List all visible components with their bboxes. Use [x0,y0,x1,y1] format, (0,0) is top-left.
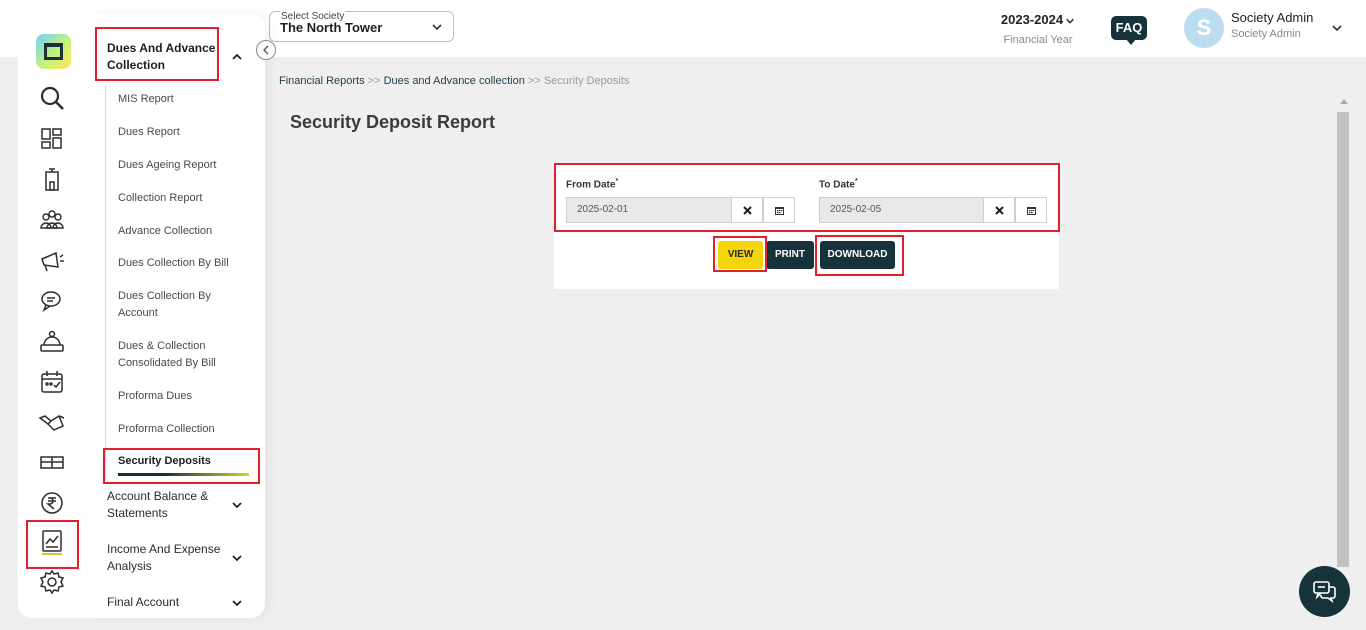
financial-year-selector[interactable]: 2023-2024 Financial Year [990,12,1086,46]
avatar[interactable]: S [1184,8,1224,48]
financial-year-value: 2023-2024 [1000,12,1064,27]
chat-icon[interactable] [38,287,66,315]
clear-from-date-button[interactable] [731,197,763,223]
members-icon[interactable] [38,206,66,234]
sidebar-item-dues-report[interactable]: Dues Report [118,124,180,141]
scrollbar[interactable] [1337,112,1349,567]
clear-to-date-button[interactable] [983,197,1015,223]
to-date-label: To Date* [819,178,858,191]
building-icon[interactable] [38,166,66,194]
logo-icon[interactable] [36,34,71,69]
user-role: Society Admin [1231,28,1301,40]
page-title: Security Deposit Report [290,112,496,132]
scroll-up-arrow[interactable] [1340,99,1348,104]
submenu-divider [105,85,106,480]
sidebar-item-collection-report[interactable]: Collection Report [118,190,202,207]
to-date-input[interactable]: 2025-02-05 [819,197,985,223]
society-select[interactable]: Select Society The North Tower [269,11,454,42]
financial-year-caption: Financial Year [1003,34,1073,46]
calendar-icon [1027,207,1036,215]
user-name[interactable]: Society Admin [1231,10,1313,25]
from-date-calendar-button[interactable] [763,197,795,223]
sidebar-item-dues-collection-by-account[interactable]: Dues Collection By Account [118,288,228,322]
society-select-value: The North Tower [280,20,383,35]
sidebar-item-dues-collection-by-bill[interactable]: Dues Collection By Bill [118,255,229,272]
sidebar-section-income-expense[interactable]: Income And Expense Analysis [107,541,222,575]
parcel-icon[interactable] [38,448,66,476]
chat-support-button[interactable] [1299,566,1350,617]
sidebar-section-final-account[interactable]: Final Account [107,594,179,611]
calendar-icon [775,207,784,215]
chevron-down-icon [1066,18,1074,24]
download-button[interactable]: DOWNLOAD [820,241,895,269]
reports-icon[interactable] [38,528,66,556]
chevron-down-icon [432,24,442,31]
sidebar-item-security-deposits[interactable]: Security Deposits [118,453,211,470]
breadcrumb-current: Security Deposits [543,75,630,87]
breadcrumb: Financial Reports >> Dues and Advance co… [279,75,629,87]
active-item-indicator [118,473,249,476]
breadcrumb-financial-reports[interactable]: Financial Reports [279,75,365,87]
search-icon[interactable] [38,84,66,112]
collapse-sidebar-button[interactable] [256,40,276,60]
sidebar-section-account-balance[interactable]: Account Balance & Statements [107,488,217,522]
chevron-down-icon[interactable] [1331,22,1343,34]
chevron-up-icon[interactable] [231,51,243,63]
chat-icon [1313,581,1336,604]
chevron-down-icon[interactable] [231,499,243,511]
announcement-icon[interactable] [38,247,66,275]
view-button[interactable]: VIEW [718,241,763,269]
breadcrumb-separator: >> [367,75,381,87]
from-date-input[interactable]: 2025-02-01 [566,197,732,223]
chevron-down-icon[interactable] [231,597,243,609]
breadcrumb-separator: >> [527,75,541,87]
print-button[interactable]: PRINT [766,241,814,269]
sidebar-item-advance-collection[interactable]: Advance Collection [118,223,212,240]
close-icon [743,206,752,215]
sidebar-item-proforma-dues[interactable]: Proforma Dues [118,388,192,405]
chevron-left-icon [263,45,269,55]
sidebar-item-proforma-collection[interactable]: Proforma Collection [118,421,215,438]
sidebar-item-dues-ageing-report[interactable]: Dues Ageing Report [118,157,216,174]
faq-button[interactable]: FAQ [1111,16,1147,45]
settings-icon[interactable] [38,568,66,596]
to-date-calendar-button[interactable] [1015,197,1047,223]
sidebar-item-mis-report[interactable]: MIS Report [118,91,174,108]
sidebar-section-dues-advance[interactable]: Dues And Advance Collection [107,40,217,74]
close-icon [995,206,1004,215]
chevron-down-icon[interactable] [231,552,243,564]
helpdesk-icon[interactable] [38,328,66,356]
from-date-label: From Date* [566,178,619,191]
report-filter-card [554,165,1059,289]
handshake-icon[interactable] [38,408,66,436]
calendar-icon[interactable] [38,368,66,396]
sidebar-item-dues-collection-consolidated[interactable]: Dues & Collection Consolidated By Bill [118,338,233,372]
rupee-icon[interactable] [38,489,66,517]
dashboard-icon[interactable] [38,125,66,153]
breadcrumb-dues-advance[interactable]: Dues and Advance collection [384,75,525,87]
